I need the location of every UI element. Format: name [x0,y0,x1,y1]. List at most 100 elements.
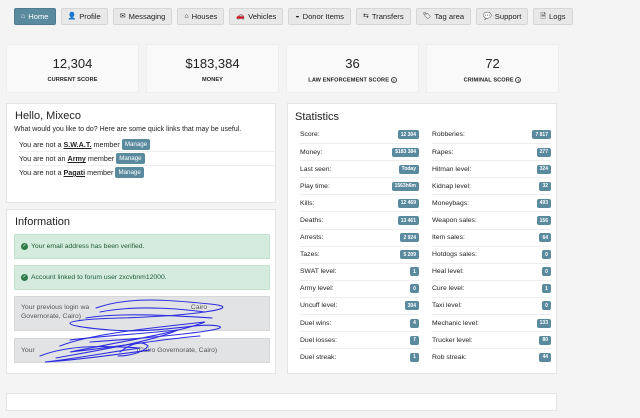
stat-row: Robberies: 7 817 [432,126,551,143]
stat-label: Kidnap level: [432,182,471,190]
manage-button[interactable]: Manage [121,138,151,150]
membership-suffix: member [93,139,120,149]
stat-row: Heal level: 0 [432,262,551,280]
summary-label-text: CRIMINAL SCORE [463,77,514,84]
nav-label: Houses [191,12,218,21]
stat-label: Robberies: [432,131,465,139]
stat-label: Money: [300,148,323,156]
membership-suffix: member [87,154,115,163]
stat-row: Kills: 12 469 [300,194,419,211]
envelope-icon: ✉ [119,13,126,20]
stat-value-badge: 13 461 [397,216,419,226]
stat-row: Mechanic level: 133 [432,314,551,331]
nav-messaging-button[interactable]: ✉ Messaging [112,8,173,25]
previous-login-text-c: Governorate, Cairo) [21,313,82,320]
stat-value-badge: 7 817 [532,130,551,140]
stat-value-badge: 0 [542,301,551,311]
stat-row: Cure level: 1 [432,279,551,297]
exchange-icon: ⇆ [362,13,369,20]
summary-card: 12,304 CURRENT SCORE [6,44,139,93]
car-icon: 🚗 [236,13,246,20]
membership-prefix: You are not a [19,168,62,177]
stat-label: Cure level: [432,285,465,293]
statistics-right-column: Robberies: 7 817 Rapes: 277 Hitman level: 324… [432,126,551,365]
stat-row: Play time: 1563h6m [300,177,419,194]
nav-tag-area-button[interactable]: 🏷 Tag area [415,8,472,25]
membership-org-link[interactable]: Pagati [64,168,86,177]
previous-login-text-a: Your previous login wa [21,304,90,311]
stat-row: Duel streak: 1 [300,348,419,365]
stat-label: Taxi level: [432,302,462,310]
stat-row: Hitman level: 324 [432,160,551,177]
nav-vehicles-button[interactable]: 🚗 Vehicles [229,8,284,25]
membership-org-link[interactable]: S.W.A.T. [64,140,92,149]
stat-row: Money: $183 384 [300,143,419,160]
stat-label: Army level: [300,285,334,293]
membership-row: You are not an Army member Manage [19,151,275,165]
stat-label: SWAT level: [300,268,337,276]
stat-value-badge: 156 [536,216,551,226]
nav-houses-button[interactable]: ⌂ Houses [177,8,225,25]
stat-value-badge: 32 [539,181,551,191]
home-icon: ⌂ [184,13,189,20]
nav-transfers-button[interactable]: ⇆ Transfers [355,8,411,25]
stat-value-badge: Today [398,164,419,174]
stat-row: Taxi level: 0 [432,296,551,314]
stat-value-badge: 1 [542,284,551,294]
check-circle-icon: ✓ [21,274,28,281]
stat-row: Moneybags: 493 [432,194,551,211]
question-circle-icon[interactable]: ? [515,77,522,83]
membership-org-link[interactable]: Army [68,154,86,163]
summary-label: CRIMINAL SCORE ? [427,77,558,83]
user-icon: 👤 [67,13,77,20]
question-circle-icon[interactable]: ? [390,77,397,83]
stat-row: Rob streak: 44 [432,348,551,365]
current-login-text-a: Your [21,347,35,354]
nav-donor-items-button[interactable]: ◒ Donor Items [288,8,351,25]
information-title: Information [15,216,71,228]
membership-suffix: member [87,168,114,177]
file-icon: 🗎 [540,13,547,20]
stat-label: Rapes: [432,148,454,156]
manage-button[interactable]: Manage [115,167,144,178]
stat-value-badge: 0 [410,284,419,294]
stat-value-badge: 12 469 [397,198,419,208]
nav-label: Profile [79,12,101,21]
hello-title: Hello, Mixeco [15,110,82,122]
summary-label-text: LAW ENFORCEMENT SCORE [308,77,390,84]
email-verified-alert: ✓ Your email address has been verified. [14,234,270,259]
summary-value: 36 [345,56,360,71]
stat-row: Hotdogs sales: 0 [432,245,551,263]
stat-value-badge: 1 [410,352,419,362]
nav-logs-button[interactable]: 🗎 Logs [533,8,573,25]
stat-row: Item sales: 64 [432,228,551,246]
summary-value: $183,384 [185,56,240,71]
home-icon: ⌂ [21,13,26,20]
stat-value-badge: 277 [536,147,551,157]
stat-row: Duel losses: 7 [300,331,419,348]
stat-row: Arrests: 2 924 [300,228,419,246]
statistics-title: Statistics [295,111,340,123]
stat-value-badge: 7 [410,335,419,345]
nav-home-button[interactable]: ⌂ Home [14,8,56,25]
stat-label: Hitman level: [432,165,472,173]
summary-label: LAW ENFORCEMENT SCORE ? [287,77,418,83]
hello-panel: Hello, Mixeco What would you like to do?… [6,103,276,203]
stat-value-badge: 5 209 [400,250,419,260]
manage-button[interactable]: Manage [116,153,145,164]
stat-row: Deaths: 13 461 [300,211,419,228]
stat-row: Weapon sales: 156 [432,211,551,228]
stat-label: Rob streak: [432,353,467,361]
membership-prefix: You are not a [19,139,62,149]
nav-support-button[interactable]: 💬 Support [476,8,529,25]
nav-label: Transfers [371,12,404,21]
hello-intro: What would you like to do? Here are some… [14,126,242,133]
stat-row: Kidnap level: 32 [432,177,551,194]
check-circle-icon: ✓ [21,243,28,250]
stat-value-badge: 44 [539,352,551,362]
summary-value: 12,304 [52,56,93,71]
summary-label-text: CURRENT SCORE [47,77,98,83]
stat-value-badge: 12 304 [397,130,419,140]
nav-profile-button[interactable]: 👤 Profile [60,8,108,25]
stat-value-badge: 1 [410,267,419,277]
